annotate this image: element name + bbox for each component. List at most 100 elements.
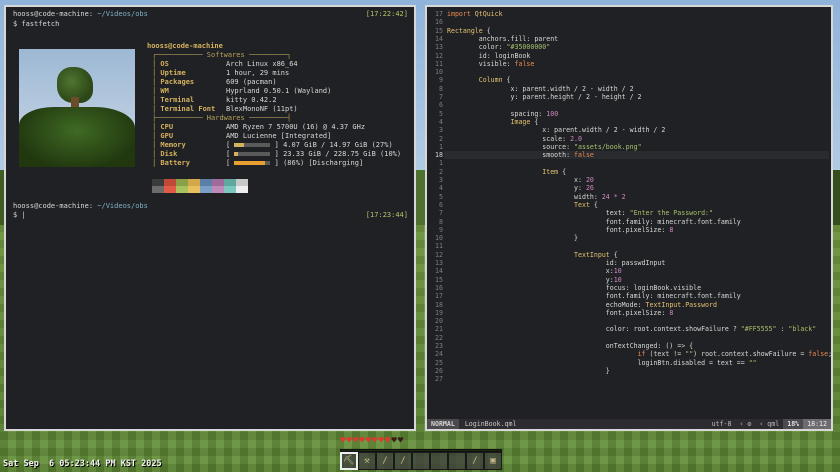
code-line: font.pixelSize: 8: [447, 225, 674, 234]
scroll-percent: 18%: [783, 419, 804, 429]
info-value: kitty 0.42.2: [226, 96, 277, 104]
code-line: onTextChanged: () => {: [447, 342, 694, 350]
line-number: 23: [435, 342, 443, 350]
code-line: loginBtn.disabled = text == "": [447, 358, 757, 367]
code-line: anchors.fill: parent: [447, 34, 559, 43]
hotbar[interactable]: ⛏ ⚒ / / / ▣: [340, 452, 502, 470]
line-number: 19: [435, 308, 443, 317]
palette-swatch: [224, 186, 236, 193]
line-number: 25: [435, 358, 443, 367]
code-line: color: root.context.showFailure ? "#FF55…: [447, 325, 817, 334]
line-number: 12: [435, 51, 443, 60]
info-value: [ ] (86%) [Discharging]: [226, 159, 364, 167]
hotbar-slot[interactable]: [430, 452, 448, 470]
info-key: │ GPU: [152, 132, 174, 140]
line-number: 13: [435, 259, 443, 267]
info-key: │ Disk: [152, 150, 178, 158]
code-line: Image {: [447, 117, 539, 126]
prompt-path: ~/Videos/obs: [93, 10, 148, 18]
line-number: 24: [435, 350, 443, 359]
hotbar-slot[interactable]: [412, 452, 430, 470]
command-line: $ fastfetch: [13, 20, 60, 28]
code-line: }: [447, 366, 610, 375]
info-key: │ Packages: [152, 78, 195, 86]
code-line: x: parent.width / 2 - width / 2: [447, 126, 666, 135]
line-number: 26: [435, 366, 443, 375]
line-number: 21: [435, 325, 443, 334]
info-value: [ ] 23.33 GiB / 228.75 GiB (10%): [226, 150, 402, 158]
code-line: Rectangle {: [447, 26, 491, 35]
heart-icon: ♥: [346, 436, 352, 446]
line-number: 4: [439, 184, 443, 193]
code-line: font.family: minecraft.font.family: [447, 292, 741, 301]
code-line: y:10: [447, 275, 622, 284]
mode-indicator: NORMAL: [427, 419, 459, 429]
hotbar-slot[interactable]: ⚒: [358, 452, 376, 470]
code-line: color: "#35000000": [447, 43, 551, 52]
terminal-window-left[interactable]: hooss@code-machine: ~/Videos/obs [17:22:…: [4, 5, 416, 431]
info-value: [ ] 4.07 GiB / 14.97 GiB (27%): [226, 141, 393, 149]
code-line: TextInput {: [447, 250, 618, 259]
line-number: 3: [439, 126, 443, 135]
hotbar-slot[interactable]: ▣: [484, 452, 502, 470]
line-number: 3: [439, 176, 443, 184]
palette-swatch: [200, 186, 212, 193]
code-line: }: [447, 234, 579, 243]
line-number: 12: [435, 250, 443, 259]
prompt-time-2: [17:23:44]: [365, 211, 408, 219]
hotbar-slot[interactable]: ⛏: [340, 452, 358, 470]
code-line: id: passwdInput: [447, 259, 666, 267]
code-line: spacing: 100: [447, 109, 559, 118]
prompt-line-2: hooss@code-machine: ~/Videos/obs: [13, 202, 148, 211]
palette-swatch: [188, 186, 200, 193]
code-line: scale: 2.0: [447, 134, 582, 143]
info-value: 1 hour, 29 mins: [226, 69, 290, 77]
line-number: 7: [439, 209, 443, 218]
cursor-position: 18:12: [803, 419, 831, 429]
line-number: 2: [439, 134, 443, 143]
code-line: width: 24 * 2: [447, 192, 626, 201]
line-number: 6: [439, 200, 443, 209]
code-line: y: parent.height / 2 - height / 2: [447, 93, 642, 101]
info-key: │ Terminal Font: [152, 105, 216, 113]
code-line: font.pixelSize: 8: [447, 308, 674, 317]
line-number: 9: [439, 76, 443, 85]
code-line: x: parent.width / 2 - width / 2: [447, 84, 634, 93]
fastfetch-logo-image: [19, 49, 135, 167]
info-value: Hyprland 0.50.1 (Wayland): [226, 87, 332, 95]
hotbar-slot[interactable]: /: [376, 452, 394, 470]
palette-swatch: [164, 186, 176, 193]
line-number: 6: [439, 101, 443, 110]
heart-icon: ♥: [397, 436, 404, 446]
hotbar-slot[interactable]: /: [466, 452, 484, 470]
file-name: LoginBook.qml: [464, 420, 517, 428]
line-number: 5: [439, 192, 443, 201]
info-key: │ Uptime: [152, 69, 186, 77]
info-value: 609 (pacman): [226, 78, 277, 86]
input-prompt[interactable]: $ |: [13, 211, 26, 220]
line-number: 22: [435, 333, 443, 342]
heart-icon: ♥: [391, 436, 397, 446]
line-number: 18: [435, 300, 443, 309]
usage-bar: [234, 152, 271, 156]
code-line: visible: false: [447, 59, 535, 68]
fastfetch-userhost: hooss@code-machine: [147, 42, 223, 50]
hotbar-slot[interactable]: /: [394, 452, 412, 470]
code-line: id: loginBook: [447, 51, 531, 60]
info-value: BlexMonoNF (11pt): [226, 105, 298, 113]
line-number: 15: [435, 26, 443, 35]
line-number: 18: [435, 151, 443, 160]
line-number: 16: [435, 283, 443, 292]
prompt-line-1: hooss@code-machine: ~/Videos/obs: [13, 10, 148, 19]
palette-swatch: [200, 179, 212, 186]
line-number: 10: [435, 234, 443, 243]
info-key: │ WM: [152, 87, 169, 95]
prompt-path: ~/Videos/obs: [93, 202, 148, 210]
editor-window-right[interactable]: 17 import QtQuick 16 15 Rectangle {14 anchor…: [425, 5, 833, 431]
section-header-hardware: ├─────────── Hardwares ─────────┤: [152, 114, 292, 122]
line-number: 16: [435, 18, 443, 27]
line-number: 9: [439, 225, 443, 234]
palette-swatch: [224, 179, 236, 186]
hotbar-slot[interactable]: [448, 452, 466, 470]
os-indicator: ‹ ⚙: [739, 420, 752, 428]
